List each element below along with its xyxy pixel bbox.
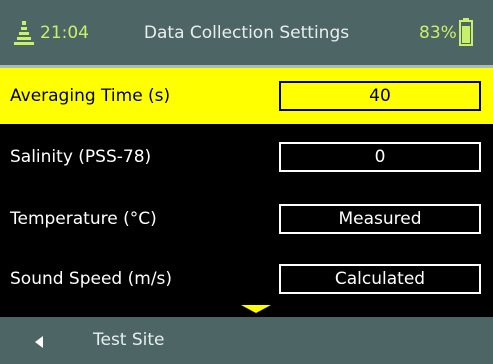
- battery-icon: [459, 18, 473, 46]
- setting-label: Sound Speed (m/s): [10, 269, 173, 289]
- chevron-down-icon[interactable]: [241, 305, 271, 313]
- footer-bar: Test Site: [0, 317, 493, 364]
- setting-row-salinity[interactable]: Salinity (PSS-78) 0: [0, 129, 493, 185]
- setting-value-field[interactable]: Calculated: [279, 264, 481, 294]
- setting-label: Averaging Time (s): [10, 86, 171, 106]
- setting-label: Salinity (PSS-78): [10, 147, 152, 167]
- setting-row-temperature[interactable]: Temperature (°C) Measured: [0, 191, 493, 247]
- setting-label: Temperature (°C): [10, 209, 157, 229]
- setting-value-field[interactable]: 40: [279, 81, 481, 111]
- battery-percent: 83%: [419, 23, 457, 43]
- setting-value-field[interactable]: 0: [279, 142, 481, 172]
- setting-value-field[interactable]: Measured: [279, 204, 481, 234]
- setting-row-sound-speed[interactable]: Sound Speed (m/s) Calculated: [0, 251, 493, 307]
- setting-row-averaging-time[interactable]: Averaging Time (s) 40: [0, 68, 493, 124]
- site-name: Test Site: [93, 330, 165, 350]
- device-screen: 21:04 Data Collection Settings 83% Avera…: [0, 0, 493, 364]
- status-header: 21:04 Data Collection Settings 83%: [0, 0, 493, 68]
- left-triangle-icon[interactable]: [35, 336, 43, 348]
